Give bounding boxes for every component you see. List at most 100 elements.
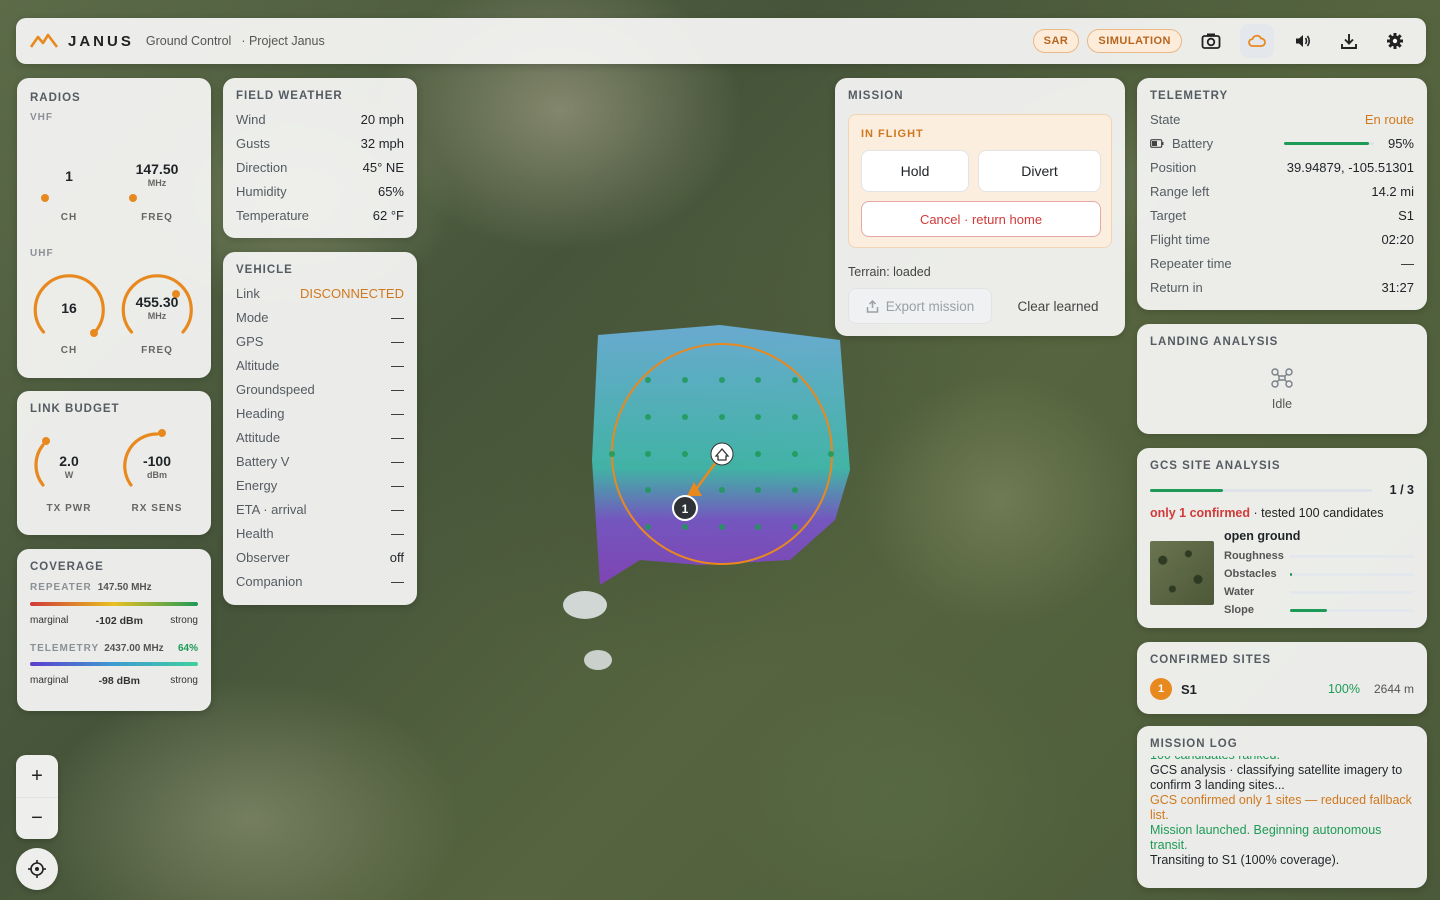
uhf-freq-gauge[interactable]: 455.30 MHz FREQ — [117, 270, 197, 360]
vehicle-row: Heading — — [236, 401, 404, 425]
gcs-metric-row: Water — [1224, 583, 1414, 601]
telemetry-row-battery: Battery 95% — [1150, 131, 1414, 155]
hold-button[interactable]: Hold — [861, 150, 969, 192]
vehicle-row: Mode — — [236, 305, 404, 329]
link-label: Link — [236, 285, 260, 301]
state-label: State — [1150, 111, 1181, 127]
gcs-progress-fill — [1150, 489, 1224, 492]
weather-label: Wind — [236, 111, 266, 127]
site-number-badge: 1 — [1150, 678, 1172, 700]
gcs-tested: · tested 100 candidates — [1253, 506, 1384, 520]
gcs-progress-bar — [1150, 489, 1372, 492]
radios-title: RADIOS — [30, 92, 81, 104]
telemetry-value: 14.2 mi — [1371, 183, 1414, 199]
vehicle-row: Altitude — — [236, 353, 404, 377]
vehicle-row: Companion — — [236, 569, 404, 593]
divert-button[interactable]: Divert — [978, 150, 1101, 192]
vehicle-row: Observer off — [236, 545, 404, 569]
telemetry-label: Position — [1150, 159, 1197, 175]
gcs-metric-row: Roughness — [1224, 547, 1414, 565]
cloud-icon — [1248, 34, 1266, 47]
mission-log-list[interactable]: 100 candidates ranked.GCS analysis · cla… — [1150, 756, 1414, 880]
vhf-ch-label: CH — [60, 212, 78, 223]
coverage-title: COVERAGE — [30, 561, 104, 573]
cancel-return-home-button[interactable]: Cancel · return home — [861, 201, 1101, 237]
uhf-channel-gauge[interactable]: 16 CH — [29, 270, 109, 360]
telemetry-dbm: -98 dBm — [98, 675, 140, 687]
sound-button[interactable] — [1286, 24, 1320, 58]
battery-icon — [1150, 138, 1164, 148]
mission-panel: MISSION IN FLIGHT Hold Divert Cancel · r… — [835, 78, 1125, 336]
weather-title: FIELD WEATHER — [236, 90, 343, 102]
telemetry-label: TELEMETRY — [30, 643, 100, 654]
terrain-status: Terrain: loaded — [848, 265, 931, 279]
vhf-channel-gauge[interactable]: 1 CH — [29, 140, 109, 230]
weather-row: Wind 20 mph — [236, 107, 404, 131]
breadcrumb-project[interactable]: · Project Janus — [241, 34, 324, 48]
in-flight-card: IN FLIGHT Hold Divert Cancel · return ho… — [848, 114, 1112, 248]
telemetry-label: Range left — [1150, 183, 1210, 199]
vehicle-value: — — [391, 309, 404, 325]
gcs-metric-label: Water — [1224, 586, 1255, 598]
tx-power-label: TX PWR — [46, 503, 92, 514]
telemetry-panel: TELEMETRY State En route Battery 95% Pos… — [1137, 78, 1427, 310]
download-icon — [1341, 34, 1357, 49]
vehicle-row: ETA · arrival — — [236, 497, 404, 521]
cloud-button[interactable] — [1240, 24, 1274, 58]
log-entry: GCS confirmed only 1 sites — reduced fal… — [1150, 793, 1412, 822]
tx-power-value: 2.0 — [59, 453, 79, 469]
locate-button[interactable] — [16, 848, 58, 890]
site-thumbnail — [1150, 541, 1214, 605]
telemetry-signal-bar — [30, 662, 198, 666]
crosshair-icon — [28, 860, 46, 878]
zoom-in-button[interactable]: + — [16, 755, 58, 797]
clear-learned-button[interactable]: Clear learned — [1003, 288, 1113, 324]
settings-button[interactable] — [1378, 24, 1412, 58]
gcs-metric-row: Slope — [1224, 601, 1414, 619]
vehicle-value: — — [391, 477, 404, 493]
telemetry-value: S1 — [1398, 207, 1414, 223]
simulation-badge[interactable]: SIMULATION — [1087, 29, 1182, 53]
rx-sens-gauge[interactable]: -100 dBm RX SENS — [117, 423, 197, 514]
battery-label: Battery — [1172, 135, 1214, 151]
confirmed-site-row[interactable]: 1 S1 100% 2644 m — [1150, 678, 1414, 700]
gcs-metric-bar — [1290, 554, 1414, 558]
vehicle-value: — — [391, 381, 404, 397]
zoom-out-button[interactable]: − — [16, 797, 58, 839]
rx-sens-unit: dBm — [147, 470, 167, 480]
vhf-freq-gauge[interactable]: 147.50 MHz FREQ — [117, 140, 197, 230]
sar-badge[interactable]: SAR — [1032, 29, 1080, 53]
waypoint-label: 1 — [682, 502, 689, 516]
camera-button[interactable] — [1194, 24, 1228, 58]
vehicle-label: Health — [236, 525, 274, 541]
telemetry-freq: 2437.00 MHz — [104, 643, 164, 654]
export-mission-button[interactable]: Export mission — [848, 288, 992, 324]
weather-row: Temperature 62 °F — [236, 203, 404, 227]
breadcrumb-ground-control[interactable]: Ground Control — [146, 34, 231, 48]
confirmed-title: CONFIRMED SITES — [1150, 654, 1272, 666]
telemetry-label: Target — [1150, 207, 1187, 223]
vehicle-value: — — [391, 501, 404, 517]
vehicle-label: Mode — [236, 309, 269, 325]
telemetry-marginal: marginal — [30, 675, 69, 686]
repeater-freq: 147.50 MHz — [97, 582, 152, 593]
vehicle-label: Altitude — [236, 357, 280, 373]
telemetry-value: 02:20 — [1381, 231, 1414, 247]
vehicle-row: GPS — — [236, 329, 404, 353]
telemetry-row: Position 39.94879, -105.51301 — [1150, 155, 1414, 179]
telemetry-label: Repeater time — [1150, 255, 1232, 271]
vehicle-row-link: Link DISCONNECTED — [236, 281, 404, 305]
flight-state: IN FLIGHT — [861, 128, 924, 140]
repeater-marginal: marginal — [30, 615, 69, 626]
log-entry: Mission launched. Beginning autonomous t… — [1150, 823, 1382, 852]
vehicle-value: — — [391, 453, 404, 469]
log-entry: Transiting to S1 (100% coverage). — [1150, 853, 1340, 867]
landing-analysis-panel: LANDING ANALYSIS Idle — [1137, 324, 1427, 434]
telemetry-row: Target S1 — [1150, 203, 1414, 227]
download-button[interactable] — [1332, 24, 1366, 58]
telemetry-strong: strong — [170, 675, 198, 686]
link-budget-title: LINK BUDGET — [30, 403, 120, 415]
vehicle-title: VEHICLE — [236, 264, 293, 276]
weather-row: Direction 45° NE — [236, 155, 404, 179]
tx-power-gauge[interactable]: 2.0 W TX PWR — [29, 423, 109, 514]
